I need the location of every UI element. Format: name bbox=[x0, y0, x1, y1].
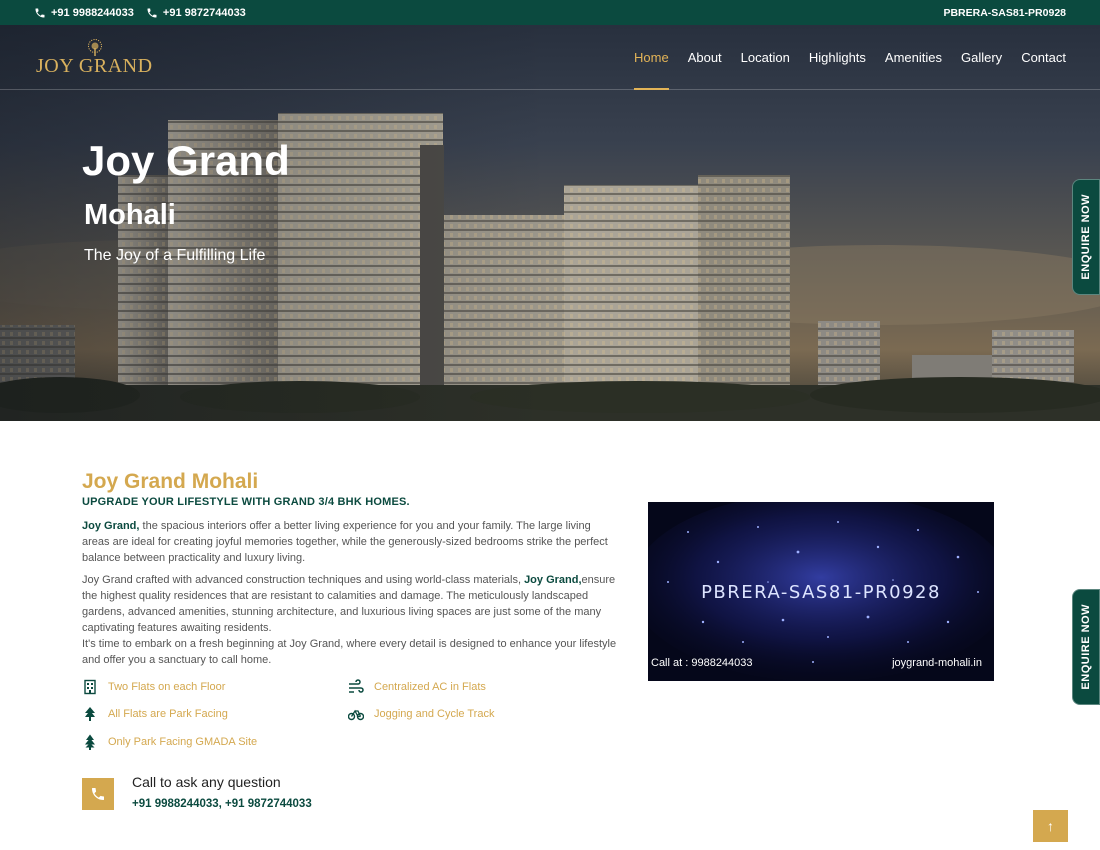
about-paragraph-2-text-a: Joy Grand crafted with advanced construc… bbox=[82, 574, 525, 586]
video-website: joygrand-mohali.in bbox=[892, 657, 982, 669]
nav-about[interactable]: About bbox=[688, 25, 722, 90]
about-heading: Joy Grand Mohali bbox=[82, 470, 259, 493]
feature-list: Two Flats on each Floor Centralized AC i… bbox=[82, 679, 602, 759]
hero-tagline: The Joy of a Fulfilling Life bbox=[84, 247, 266, 264]
about-paragraph-1: Joy Grand, the spacious interiors offer … bbox=[82, 518, 617, 566]
arrow-up-icon: ↑ bbox=[1047, 818, 1054, 834]
about-subheading: UPGRADE YOUR LIFESTYLE WITH GRAND 3/4 BH… bbox=[82, 496, 410, 508]
enquire-now-label: ENQUIRE NOW bbox=[1080, 604, 1092, 690]
feature-label: Jogging and Cycle Track bbox=[374, 708, 495, 720]
hero-title: Joy Grand bbox=[82, 137, 290, 184]
about-section: Joy Grand Mohali UPGRADE YOUR LIFESTYLE … bbox=[82, 470, 617, 668]
topbar-phone-2-text: +91 9872744033 bbox=[162, 6, 246, 19]
wind-icon bbox=[349, 679, 364, 693]
promo-video[interactable]: PBRERA-SAS81-PR0928 Call at : 9988244033… bbox=[648, 502, 994, 681]
nav-amenities[interactable]: Amenities bbox=[885, 25, 942, 90]
topbar-phone-1[interactable]: +91 9988244033 bbox=[34, 7, 134, 19]
brand-bold: Joy Grand, bbox=[524, 574, 582, 586]
about-paragraph-1-text: the spacious interiors offer a better li… bbox=[82, 520, 608, 564]
tree-icon bbox=[85, 707, 95, 721]
nav-contact[interactable]: Contact bbox=[1021, 25, 1066, 90]
rera-number: PBRERA-SAS81-PR0928 bbox=[943, 6, 1066, 19]
topbar-phone-2[interactable]: +91 9872744033 bbox=[146, 7, 246, 19]
feature-item: All Flats are Park Facing bbox=[82, 706, 228, 722]
video-rera-code: PBRERA-SAS81-PR0928 bbox=[701, 582, 941, 603]
feature-item: Two Flats on each Floor bbox=[82, 679, 225, 695]
enquire-now-label: ENQUIRE NOW bbox=[1080, 194, 1092, 280]
enquire-now-tab-bottom[interactable]: ENQUIRE NOW bbox=[1072, 589, 1100, 705]
top-bar: +91 9988244033 +91 9872744033 PBRERA-SAS… bbox=[0, 0, 1100, 25]
about-paragraph-3: It's time to embark on a fresh beginning… bbox=[82, 638, 617, 666]
nav-home[interactable]: Home bbox=[634, 25, 669, 90]
phone-icon bbox=[92, 788, 104, 800]
topbar-phones: +91 9988244033 +91 9872744033 bbox=[34, 7, 246, 19]
feature-label: All Flats are Park Facing bbox=[108, 708, 228, 720]
nav-location[interactable]: Location bbox=[741, 25, 790, 90]
video-call-at: Call at : 9988244033 bbox=[651, 657, 753, 669]
brand-bold: Joy Grand, bbox=[82, 520, 140, 532]
nav-menu: Home About Location Highlights Amenities… bbox=[634, 25, 1066, 90]
feature-item: Centralized AC in Flats bbox=[348, 679, 486, 695]
bicycle-icon bbox=[348, 709, 364, 721]
nav-highlights[interactable]: Highlights bbox=[809, 25, 866, 90]
feature-item: Jogging and Cycle Track bbox=[348, 706, 494, 722]
feature-label: Only Park Facing GMADA Site bbox=[108, 736, 258, 748]
phone-icon bbox=[147, 8, 157, 17]
topbar-phone-1-text: +91 9988244033 bbox=[51, 6, 134, 19]
call-section: Call to ask any question +91 9988244033,… bbox=[82, 774, 442, 819]
logo-wordmark: JOY GRAND bbox=[36, 55, 153, 77]
building-icon bbox=[84, 679, 96, 695]
phone-icon bbox=[35, 8, 45, 17]
scroll-to-top-button[interactable]: ↑ bbox=[1033, 810, 1068, 842]
call-icon-box[interactable] bbox=[82, 778, 114, 810]
call-numbers[interactable]: +91 9988244033, +91 9872744033 bbox=[132, 798, 312, 810]
feature-item: Only Park Facing GMADA Site bbox=[82, 734, 257, 750]
feature-label: Centralized AC in Flats bbox=[374, 681, 486, 693]
hero-subtitle: Mohali bbox=[84, 199, 176, 231]
call-question: Call to ask any question bbox=[132, 774, 281, 790]
pine-tree-icon bbox=[85, 734, 95, 750]
enquire-now-tab-top[interactable]: ENQUIRE NOW bbox=[1072, 179, 1100, 295]
hero-banner: JOY GRAND Home About Location Highlights… bbox=[0, 25, 1100, 421]
feature-label: Two Flats on each Floor bbox=[108, 681, 226, 693]
nav-gallery[interactable]: Gallery bbox=[961, 25, 1002, 90]
main-nav: JOY GRAND Home About Location Highlights… bbox=[0, 25, 1100, 90]
joy-grand-logo[interactable]: JOY GRAND bbox=[36, 39, 152, 77]
about-paragraph-2: Joy Grand crafted with advanced construc… bbox=[82, 572, 617, 636]
